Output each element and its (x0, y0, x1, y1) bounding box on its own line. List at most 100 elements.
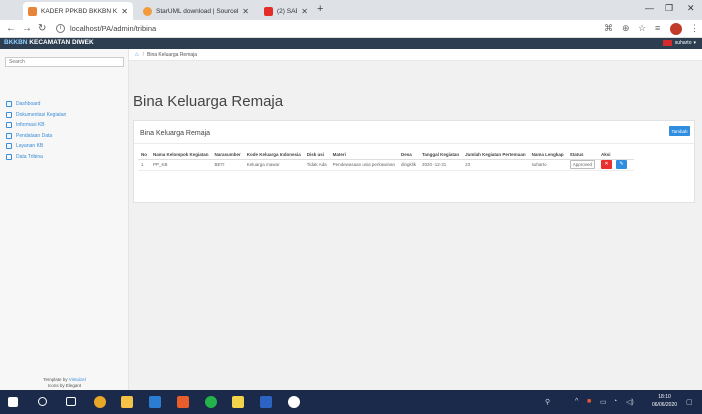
data-table: No Nama Kelompok Kegiatan Narasumber Kod… (138, 150, 634, 171)
document-icon (6, 111, 12, 118)
new-tab-button[interactable]: + (317, 3, 323, 15)
data-panel: Bina Keluarga Remaja Tambah No Nama Kelo… (133, 120, 695, 203)
table-header-row: No Nama Kelompok Kegiatan Narasumber Kod… (138, 150, 634, 160)
sidebar: Dashboard Dokumentasi Kegiatan Informasi… (0, 49, 129, 390)
youtube-icon (264, 6, 273, 16)
network-icon[interactable]: ◔ (613, 398, 617, 405)
address-bar: ← → ↻ i localhost/PA/admin/tribina ⌘ ⊕ ☆… (0, 20, 702, 38)
column-header: Materi (329, 150, 398, 160)
edit-button[interactable]: ✎ (615, 160, 627, 169)
column-header: No (138, 150, 150, 160)
sidebar-item-informasi[interactable]: Informasi KB (0, 120, 129, 131)
windows-start-icon[interactable] (8, 397, 18, 407)
cell-desa: dingklik (397, 159, 419, 171)
tab-kader-ppkbd[interactable]: KADER PPKBD BKKBN Kecamata ✕ (23, 2, 133, 20)
minimize-button[interactable]: — (645, 3, 654, 13)
cell-kode: Keluarga mawar (243, 159, 304, 171)
sidebar-menu: Dashboard Dokumentasi Kegiatan Informasi… (0, 99, 129, 162)
add-button[interactable]: Tambah (669, 126, 690, 136)
sticky-notes-icon[interactable] (232, 396, 244, 408)
breadcrumb: ⌂ / Bina Keluarga Remaja (129, 49, 702, 61)
user-flag-icon (662, 40, 672, 46)
status-badge: Approved (569, 160, 595, 169)
sourceforge-icon (143, 6, 152, 16)
clock-date: 06/06/2020 (652, 402, 678, 408)
user-menu[interactable]: suharto ▾ (662, 40, 696, 46)
close-icon[interactable]: ✕ (121, 7, 128, 16)
app-icon (28, 6, 37, 16)
browser-icon[interactable] (288, 396, 300, 408)
column-header: Nama Kelompok Kegiatan (150, 150, 212, 160)
browser-tab-bar: KADER PPKBD BKKBN Kecamata ✕ StarUML dow… (0, 0, 702, 20)
zoom-icon[interactable]: ⊕ (622, 23, 630, 34)
cell-kelompok: PP_KB (150, 159, 212, 171)
search-input[interactable] (5, 57, 124, 67)
tab-sabyan[interactable]: (2) SABYAN - SYUKRON LIL... ✕ (259, 2, 313, 20)
maximize-button[interactable]: ❐ (665, 3, 673, 14)
info-icon[interactable]: i (56, 24, 65, 33)
people-icon[interactable]: ⚲ (545, 398, 550, 406)
playlist-icon[interactable]: ≡ (655, 23, 660, 33)
app-header: BKKBN KECAMATAN DIWEK suharto ▾ (0, 38, 702, 49)
vscode-icon[interactable] (149, 396, 161, 408)
xampp-icon[interactable] (177, 396, 189, 408)
pencil-icon: ✎ (619, 161, 624, 167)
sidebar-item-pendataan[interactable]: Pendataan Data (0, 131, 129, 142)
file-explorer-icon[interactable] (121, 396, 133, 408)
whatsapp-icon[interactable] (205, 396, 217, 408)
delete-button[interactable]: ✕ (600, 160, 612, 169)
forward-icon[interactable]: → (22, 23, 32, 34)
sidebar-item-dashboard[interactable]: Dashboard (0, 99, 129, 110)
column-header: Desa (397, 150, 419, 160)
url-field[interactable]: localhost/PA/admin/tribina (70, 24, 156, 33)
taskbar: ⚲ ^ ■ ▭ ◔ ◁) 18:10 06/06/2020 ▢ (0, 390, 702, 414)
column-header: Narasumber (211, 150, 244, 160)
chevron-down-icon: ▾ (693, 40, 696, 46)
system-clock[interactable]: 18:10 06/06/2020 (652, 393, 677, 409)
sidebar-item-layanan[interactable]: Layanan KB (0, 141, 129, 152)
star-icon[interactable]: ☆ (638, 23, 646, 34)
dashboard-icon (6, 101, 12, 108)
task-view-icon[interactable] (66, 397, 76, 406)
tab-staruml[interactable]: StarUML download | SourceForg ✕ (138, 2, 254, 20)
cell-diskusi: Tidak Ada (303, 159, 330, 171)
group-icon (6, 153, 12, 160)
brand-logo[interactable]: BKKBN KECAMATAN DIWEK (4, 39, 94, 46)
tray-app-icon[interactable]: ■ (587, 398, 591, 405)
column-header: Kode Keluarga Indonesia (243, 150, 304, 160)
cell-jumlah: 23 (462, 159, 529, 171)
column-header: Jumlah Kegiatan Pertemuan (462, 150, 529, 160)
search-icon[interactable] (38, 397, 47, 406)
volume-icon[interactable]: ◁) (626, 398, 634, 406)
notification-icon[interactable]: ▢ (686, 398, 693, 406)
translate-icon[interactable]: ⌘ (604, 23, 613, 34)
close-icon[interactable]: ✕ (242, 7, 249, 16)
battery-icon[interactable]: ▭ (600, 398, 607, 406)
profile-avatar[interactable] (670, 23, 682, 35)
cell-narasumber: BETI (211, 159, 244, 171)
back-icon[interactable]: ← (6, 23, 16, 34)
breadcrumb-separator: / (142, 51, 145, 58)
close-icon: ✕ (604, 161, 609, 167)
credit-link[interactable]: Vintuizel (69, 377, 86, 382)
cell-materi: Pendewasaan usia perkawinan (329, 159, 398, 171)
panel-title: Bina Keluarga Remaja (140, 130, 211, 137)
window-close-button[interactable]: ✕ (687, 3, 695, 14)
column-header: Nama Lengkap (528, 150, 567, 160)
column-header: Tanggal Kegiatan (418, 150, 463, 160)
reload-icon[interactable]: ↻ (38, 23, 46, 34)
data-icon (6, 132, 12, 139)
sidebar-item-dokumentasi[interactable]: Dokumentasi Kegiatan (0, 110, 129, 121)
cell-nama: suharto (528, 159, 567, 171)
home-icon[interactable]: ⌂ (135, 52, 139, 58)
close-icon[interactable]: ✕ (301, 7, 308, 16)
chevron-up-icon[interactable]: ^ (575, 398, 578, 405)
chrome-icon[interactable] (94, 396, 106, 408)
sidebar-item-tribina[interactable]: Data Tribina (0, 152, 129, 163)
menu-icon[interactable]: ⋮ (690, 23, 699, 34)
info-icon (6, 122, 12, 129)
icons-credit: Icons by Elegant (47, 383, 82, 388)
column-header: Disk usi (303, 150, 330, 160)
word-icon[interactable] (260, 396, 272, 408)
main-content: ⌂ / Bina Keluarga Remaja Bina Keluarga R… (129, 49, 702, 390)
